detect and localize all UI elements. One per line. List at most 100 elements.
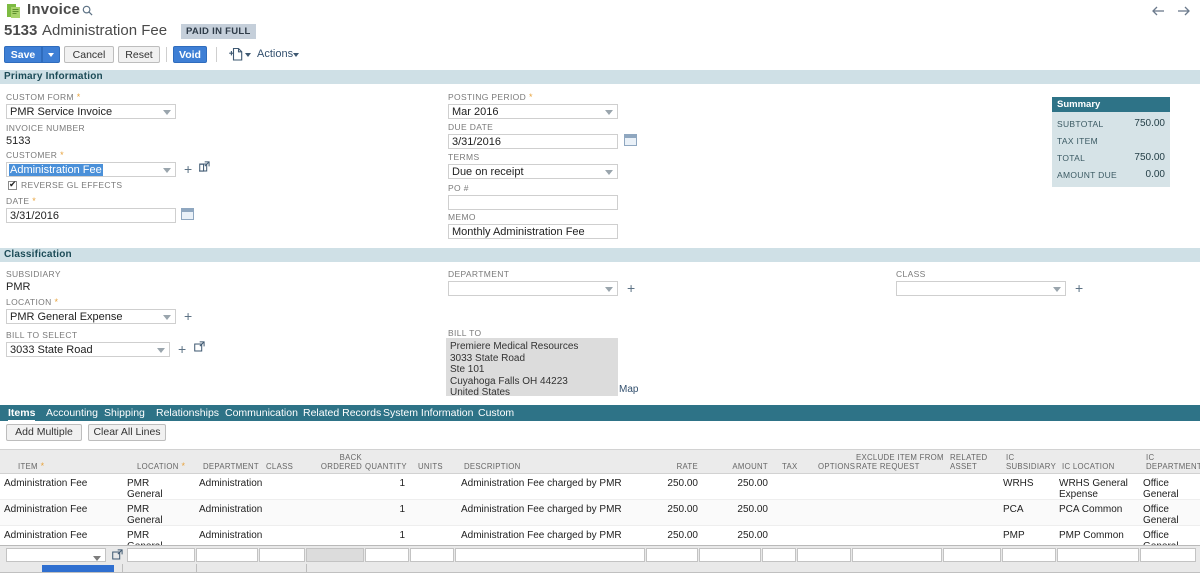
new-line-related-asset-input[interactable] <box>943 548 1001 562</box>
add-department-icon[interactable]: + <box>627 281 635 295</box>
table-row[interactable]: Administration Fee PMR General Expense A… <box>0 474 1200 500</box>
new-line-class-input[interactable] <box>259 548 305 562</box>
summary-value: 0.00 <box>1146 169 1165 180</box>
tab-relationships[interactable]: Relationships <box>156 406 219 420</box>
tab-shipping[interactable]: Shipping <box>104 406 145 420</box>
col-ic-subsidiary-1[interactable]: IC <box>1006 453 1014 462</box>
add-class-icon[interactable]: + <box>1075 281 1083 295</box>
add-multiple-button[interactable]: Add Multiple <box>6 424 82 441</box>
location-input[interactable]: PMR General Expense <box>6 309 176 324</box>
col-amount[interactable]: AMOUNT <box>726 462 768 471</box>
department-input[interactable] <box>448 281 618 296</box>
col-description[interactable]: DESCRIPTION <box>464 462 521 471</box>
class-input[interactable] <box>896 281 1066 296</box>
tab-accounting[interactable]: Accounting <box>46 406 98 420</box>
new-line-item-input[interactable] <box>6 548 106 562</box>
customer-input[interactable]: Administration Fee <box>6 162 176 177</box>
col-related-asset-2[interactable]: ASSET <box>950 462 977 471</box>
tab-custom[interactable]: Custom <box>478 406 514 420</box>
save-dropdown-button[interactable] <box>42 46 60 63</box>
posting-period-input[interactable]: Mar 2016 <box>448 104 618 119</box>
col-class[interactable]: CLASS <box>266 462 293 471</box>
tab-related-records[interactable]: Related Records <box>303 406 381 420</box>
checkbox-icon[interactable] <box>8 181 17 190</box>
add-address-icon[interactable]: + <box>178 342 186 356</box>
col-location[interactable]: LOCATION * <box>137 462 185 471</box>
reset-button[interactable]: Reset <box>118 46 160 63</box>
new-document-icon[interactable] <box>228 47 244 62</box>
chevron-down-icon[interactable] <box>163 315 171 320</box>
chevron-down-icon[interactable] <box>93 556 101 561</box>
open-item-record-icon[interactable] <box>112 549 123 560</box>
col-item[interactable]: ITEM * <box>18 462 44 471</box>
open-customer-record-icon[interactable] <box>199 161 210 172</box>
col-units[interactable]: UNITS <box>418 462 443 471</box>
col-related-asset-1[interactable]: RELATED <box>950 453 987 462</box>
invoice-number-field: INVOICE NUMBER 5133 <box>6 123 85 148</box>
add-location-icon[interactable]: + <box>184 309 192 323</box>
memo-input[interactable]: Monthly Administration Fee <box>448 224 618 239</box>
col-options[interactable]: OPTIONS <box>818 462 855 471</box>
new-line-rate-input[interactable] <box>646 548 698 562</box>
col-exclude-item-1[interactable]: EXCLUDE ITEM FROM <box>856 453 944 462</box>
due-date-input[interactable]: 3/31/2016 <box>448 134 618 149</box>
void-button[interactable]: Void <box>173 46 207 63</box>
tab-items[interactable]: Items <box>8 406 35 422</box>
invoice-record-page: Invoice 5133 Administration Fee PAID IN … <box>0 0 1200 572</box>
terms-input[interactable]: Due on receipt <box>448 164 618 179</box>
chevron-down-icon[interactable] <box>605 170 613 175</box>
new-line-tax-input[interactable] <box>762 548 796 562</box>
chevron-down-icon[interactable] <box>605 287 613 292</box>
custom-form-input[interactable]: PMR Service Invoice <box>6 104 176 119</box>
new-line-ic-department-input[interactable] <box>1140 548 1196 562</box>
chevron-down-icon[interactable] <box>163 168 171 173</box>
bill-to-select-input[interactable]: 3033 State Road <box>6 342 170 357</box>
new-line-quantity-input[interactable] <box>365 548 409 562</box>
col-ic-location[interactable]: IC LOCATION <box>1062 462 1115 471</box>
po-number-input[interactable] <box>448 195 618 210</box>
chevron-down-icon[interactable] <box>157 348 165 353</box>
col-ic-subsidiary-2[interactable]: SUBSIDIARY <box>1006 462 1056 471</box>
tab-communication[interactable]: Communication <box>225 406 298 420</box>
col-back-ordered[interactable]: BACK <box>332 453 362 462</box>
footer-divider <box>306 564 307 572</box>
clear-all-lines-button[interactable]: Clear All Lines <box>88 424 166 441</box>
open-address-record-icon[interactable] <box>194 341 205 352</box>
chevron-down-icon[interactable] <box>1053 287 1061 292</box>
map-link[interactable]: Map <box>619 384 638 395</box>
calendar-icon[interactable] <box>624 134 637 146</box>
col-rate[interactable]: RATE <box>660 462 698 471</box>
new-line-department-input[interactable] <box>196 548 258 562</box>
date-input[interactable]: 3/31/2016 <box>6 208 176 223</box>
new-line-amount-input[interactable] <box>699 548 761 562</box>
new-line-description-input[interactable] <box>455 548 645 562</box>
search-icon[interactable] <box>82 5 93 16</box>
cancel-button[interactable]: Cancel <box>64 46 114 63</box>
new-line-ic-location-input[interactable] <box>1057 548 1139 562</box>
chevron-down-icon[interactable] <box>163 110 171 115</box>
new-line-location-input[interactable] <box>127 548 195 562</box>
col-department[interactable]: DEPARTMENT <box>203 462 259 471</box>
col-quantity[interactable]: QUANTITY <box>365 462 405 471</box>
summary-row-total: TOTAL 750.00 <box>1052 150 1170 167</box>
new-line-options-input[interactable] <box>797 548 851 562</box>
table-row[interactable]: Administration Fee PMR General Expense A… <box>0 500 1200 526</box>
actions-menu-label[interactable]: Actions <box>257 48 293 60</box>
add-line-button[interactable] <box>42 565 114 572</box>
chevron-down-icon[interactable] <box>605 110 613 115</box>
calendar-icon[interactable] <box>181 208 194 220</box>
new-line-units-input[interactable] <box>410 548 454 562</box>
col-back-ordered-2[interactable]: ORDERED <box>318 462 362 471</box>
new-line-exclude-item-input[interactable] <box>852 548 942 562</box>
actions-caret-icon[interactable] <box>293 53 299 57</box>
col-exclude-item-2[interactable]: RATE REQUEST <box>856 462 920 471</box>
new-line-ic-subsidiary-input[interactable] <box>1002 548 1056 562</box>
new-document-caret-icon[interactable] <box>245 53 251 57</box>
col-ic-department-2[interactable]: DEPARTMENT <box>1146 462 1200 471</box>
tab-system-information[interactable]: System Information <box>383 406 473 420</box>
add-customer-icon[interactable]: + <box>184 162 192 176</box>
save-button[interactable]: Save <box>4 46 42 63</box>
col-tax[interactable]: TAX <box>782 462 798 471</box>
col-ic-department-1[interactable]: IC <box>1146 453 1154 462</box>
nav-arrows[interactable] <box>1148 4 1194 18</box>
